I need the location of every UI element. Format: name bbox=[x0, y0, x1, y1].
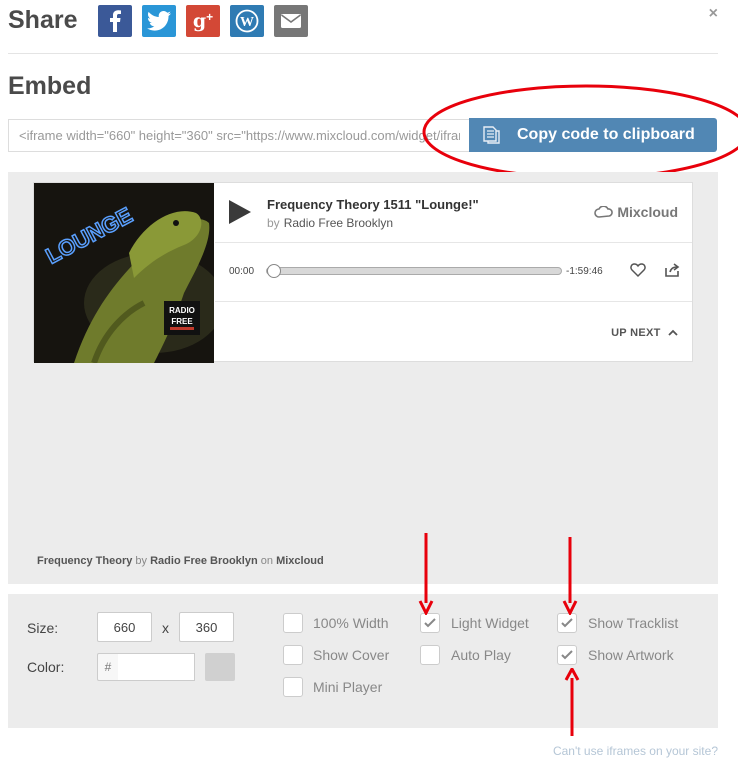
track-artist[interactable]: Radio Free Brooklyn bbox=[284, 216, 393, 230]
twitter-icon[interactable] bbox=[142, 5, 176, 37]
credit-artist[interactable]: Radio Free Brooklyn bbox=[150, 555, 258, 567]
widget-divider bbox=[215, 242, 692, 243]
annotation-ellipse bbox=[422, 84, 738, 180]
embed-title: Embed bbox=[8, 72, 92, 100]
facebook-icon[interactable] bbox=[98, 5, 132, 37]
checkbox-show-tracklist[interactable] bbox=[557, 613, 577, 633]
track-title[interactable]: Frequency Theory 1511 "Lounge!" bbox=[267, 197, 479, 212]
color-swatch[interactable] bbox=[205, 653, 235, 681]
mixcloud-brand-text: Mixcloud bbox=[617, 204, 678, 220]
color-hash: # bbox=[97, 653, 119, 681]
annotation-arrow-up bbox=[564, 668, 580, 736]
svg-text:W: W bbox=[240, 15, 254, 30]
option-auto-play[interactable]: Auto Play bbox=[451, 647, 511, 663]
credit-on: on bbox=[260, 555, 273, 567]
checkbox-light-widget[interactable] bbox=[420, 613, 440, 633]
option-show-tracklist[interactable]: Show Tracklist bbox=[588, 615, 678, 631]
chevron-up-icon bbox=[668, 329, 678, 336]
width-input[interactable]: 660 bbox=[97, 612, 152, 642]
size-x-label: x bbox=[162, 620, 169, 636]
close-button[interactable]: × bbox=[709, 5, 718, 23]
cloud-icon bbox=[594, 206, 614, 218]
credit-by: by bbox=[135, 555, 148, 567]
color-input[interactable] bbox=[118, 653, 195, 681]
option-show-cover[interactable]: Show Cover bbox=[313, 647, 389, 663]
googleplus-icon[interactable]: g + bbox=[186, 5, 220, 37]
size-label: Size: bbox=[27, 620, 59, 636]
cant-use-iframes-link[interactable]: Can't use iframes on your site? bbox=[553, 744, 718, 758]
track-artist-line: by Radio Free Brooklyn bbox=[267, 216, 393, 230]
option-100-width[interactable]: 100% Width bbox=[313, 615, 388, 631]
widget-credit: Frequency Theory by Radio Free Brooklyn … bbox=[37, 555, 324, 567]
credit-show[interactable]: Frequency Theory bbox=[37, 555, 132, 567]
header-divider bbox=[8, 53, 718, 54]
svg-text:RADIO: RADIO bbox=[169, 306, 195, 315]
height-input[interactable]: 360 bbox=[179, 612, 234, 642]
email-icon[interactable] bbox=[274, 5, 308, 37]
up-next-toggle[interactable]: UP NEXT bbox=[611, 327, 678, 339]
option-light-widget[interactable]: Light Widget bbox=[451, 615, 529, 631]
checkbox-show-cover[interactable] bbox=[283, 645, 303, 665]
mixcloud-widget: LOUNGE RADIO FREE Frequency Theory 1511 … bbox=[33, 182, 693, 363]
widget-settings: Size: 660 x 360 Color: # 100% Width Show… bbox=[8, 594, 718, 728]
annotation-arrow-down bbox=[562, 537, 578, 615]
track-by-label: by bbox=[267, 216, 280, 230]
annotation-arrow-down bbox=[418, 533, 434, 615]
widget-divider bbox=[215, 301, 692, 302]
color-label: Color: bbox=[27, 659, 65, 675]
wordpress-icon[interactable]: W bbox=[230, 5, 264, 37]
up-next-label: UP NEXT bbox=[611, 327, 661, 339]
share-icon[interactable] bbox=[664, 262, 680, 278]
checkmark-icon bbox=[561, 618, 573, 628]
cover-art: LOUNGE RADIO FREE bbox=[34, 183, 214, 363]
progress-knob[interactable] bbox=[267, 264, 281, 278]
widget-preview: LOUNGE RADIO FREE Frequency Theory 1511 … bbox=[8, 172, 718, 584]
time-elapsed: 00:00 bbox=[229, 266, 255, 277]
embed-code-input[interactable] bbox=[8, 119, 470, 152]
time-remaining: -1:59:46 bbox=[566, 266, 603, 277]
share-title: Share bbox=[8, 6, 78, 34]
option-mini-player[interactable]: Mini Player bbox=[313, 679, 382, 695]
play-button[interactable] bbox=[229, 200, 251, 224]
checkbox-100-width[interactable] bbox=[283, 613, 303, 633]
option-show-artwork[interactable]: Show Artwork bbox=[588, 647, 674, 663]
checkbox-show-artwork[interactable] bbox=[557, 645, 577, 665]
mixcloud-logo[interactable]: Mixcloud bbox=[594, 204, 678, 220]
svg-text:FREE: FREE bbox=[171, 317, 193, 326]
checkmark-icon bbox=[424, 618, 436, 628]
progress-bar[interactable] bbox=[266, 267, 562, 275]
credit-site[interactable]: Mixcloud bbox=[276, 555, 324, 567]
heart-icon[interactable] bbox=[630, 262, 646, 278]
checkbox-mini-player[interactable] bbox=[283, 677, 303, 697]
checkbox-auto-play[interactable] bbox=[420, 645, 440, 665]
checkmark-icon bbox=[561, 650, 573, 660]
